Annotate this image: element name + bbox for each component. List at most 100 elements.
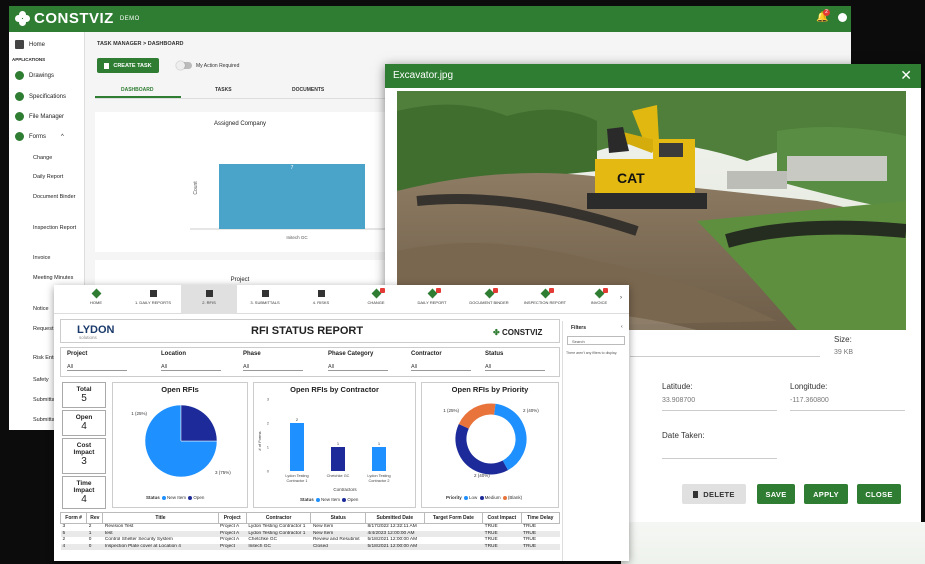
nav-document-binder[interactable]: DOCUMENT BINDER [462, 285, 516, 314]
create-task-label: CREATE TASK [113, 62, 152, 69]
sidebar-sub-change[interactable]: Change [33, 154, 83, 163]
col-status[interactable]: Status [310, 512, 366, 524]
filter-project-select[interactable]: All [67, 364, 127, 371]
notification-badge: 2 [823, 9, 830, 16]
donut-legend: Priority Low Medium (Blank) [446, 495, 522, 500]
table-row[interactable]: 3 2 Revision Test Project A Lydon Testing Co… [61, 524, 560, 531]
delete-label: DELETE [703, 489, 735, 499]
filter-phase-select[interactable]: All [243, 364, 303, 371]
nav-label: 4. RISKS [312, 300, 330, 305]
legend-label: (Blank) [507, 495, 523, 500]
sidebar-item-label: Forms [29, 133, 46, 140]
latitude-value[interactable]: 33.908700 [662, 397, 695, 404]
table-row[interactable]: 4 0 Inspection Plate cover at Location 4 Pr… [60, 543, 560, 550]
longitude-value[interactable]: -117.360800 [790, 397, 829, 404]
longitude-label: Longitude: [790, 382, 828, 391]
nav-invoice[interactable]: INVOICE [576, 285, 622, 314]
col-form[interactable]: Form # [59, 512, 88, 524]
nav-inspection-report[interactable]: INSPECTION REPORT [518, 285, 572, 314]
filter-icon[interactable]: ‹ [621, 324, 623, 330]
col-submitted-date[interactable]: Submitted Date [365, 512, 425, 524]
field-underline [662, 458, 777, 459]
nav-submittals[interactable]: 3. SUBMITTALS [237, 285, 293, 314]
sidebar-item-home[interactable]: Home [15, 40, 45, 49]
table-cell: 8/17/2022 12:32:11 AM [367, 524, 417, 529]
sidebar-item-forms[interactable]: Forms ^ [15, 132, 64, 141]
latitude-label: Latitude: [662, 382, 693, 391]
sidebar-sub-inspection-report[interactable]: Inspection Report [33, 224, 83, 233]
env-label: DEMO [119, 15, 140, 22]
sidebar-item-specifications[interactable]: Specifications [15, 92, 66, 101]
bar-new-item-0[interactable] [290, 423, 304, 471]
tab-dashboard[interactable]: DASHBOARD [121, 87, 154, 93]
priority-donut-svg: 1 (25%) 2 (40%) 2 (40%) [443, 403, 539, 478]
sidebar-sub-daily-report[interactable]: Daily Report [33, 173, 83, 182]
top-bar: CONSTVIZ DEMO 🔔 2 [9, 6, 851, 32]
tab-tasks[interactable]: TASKS [215, 87, 232, 93]
filter-phase-category-select[interactable]: All [328, 364, 388, 371]
my-action-toggle[interactable] [176, 61, 192, 70]
legend-label: New Item [321, 497, 341, 502]
col-cost-impact[interactable]: Cost Impact [482, 512, 522, 524]
chart-bar-initech-gc[interactable] [219, 164, 365, 229]
col-contractor[interactable]: Contractor [245, 512, 312, 524]
nav-change[interactable]: CHANGE [351, 285, 401, 314]
document-icon [104, 62, 110, 69]
tab-documents[interactable]: DOCUMENTS [292, 87, 324, 93]
kpi-value: 5 [81, 393, 87, 404]
col-target-date[interactable]: Target Form Date [423, 512, 484, 524]
table-cell: New Item [312, 524, 334, 529]
bar-new-item-2[interactable] [372, 447, 386, 471]
sidebar-item-drawings[interactable]: Drawings [15, 71, 54, 80]
nav-rfis[interactable]: 2. RFIS [181, 285, 237, 314]
brand-logo[interactable]: CONSTVIZ DEMO [15, 10, 140, 27]
nav-home[interactable]: HOME [76, 285, 116, 314]
filter-status-select[interactable]: All [485, 364, 545, 371]
sidebar-sub-meeting-minutes[interactable]: Meeting Minutes [33, 274, 83, 283]
nav-risks[interactable]: 4. RISKS [293, 285, 349, 314]
delete-button[interactable]: DELETE [682, 484, 746, 504]
legend-label: Open [347, 497, 359, 502]
close-button[interactable]: CLOSE [857, 484, 901, 504]
create-task-button[interactable]: CREATE TASK [97, 58, 159, 73]
bar-data-label: 1 [378, 441, 381, 446]
trash-icon [693, 490, 699, 498]
clover-icon [15, 10, 31, 27]
sidebar-sub-invoice[interactable]: Invoice [33, 254, 83, 263]
table-cell: Project [218, 543, 247, 550]
rfi-table: Form # Rev Title Project Contractor Stat… [59, 512, 561, 550]
close-icon[interactable]: ✕ [900, 67, 912, 84]
col-title[interactable]: Title [102, 512, 219, 524]
pie-slice-new-item[interactable] [180, 404, 218, 442]
bar-data-label: 2 [296, 417, 299, 422]
sidebar-item-file-manager[interactable]: File Manager [15, 112, 64, 121]
table-cell: Inspection Plate cover at Location 4 [102, 543, 219, 550]
chevron-right-icon[interactable]: › [620, 295, 622, 301]
rfi-status-report: LYDON solutions RFI STATUS REPORT ✤ CONS… [59, 319, 561, 559]
breadcrumb: TASK MANAGER > DASHBOARD [97, 41, 184, 47]
table-cell: Closed [310, 543, 366, 550]
table-cell: 3 [62, 524, 66, 529]
nav-daily-report[interactable]: DAILY REPORT [407, 285, 457, 314]
col-time-delay[interactable]: Time Delay [520, 512, 561, 524]
filter-contractor-label: Contractor [411, 351, 442, 357]
kpi-open: Open 4 [62, 410, 106, 436]
pie-data-label: 3 (75%) [215, 470, 231, 475]
kpi-value: 4 [81, 494, 87, 505]
table-cell: TRUE [523, 524, 537, 529]
nav-daily-reports[interactable]: 1. DAILY REPORTS [125, 285, 181, 314]
donut-data-label: 2 (40%) [474, 473, 490, 478]
filter-location-select[interactable]: All [161, 364, 221, 371]
y-tick-label: 2 [267, 421, 270, 426]
filters-search-input[interactable]: Search [567, 336, 625, 345]
bar-open-1[interactable] [331, 447, 345, 471]
save-button[interactable]: SAVE [757, 484, 795, 504]
sidebar-sub-document-binder[interactable]: Document Binder [33, 193, 83, 202]
nav-label: CHANGE [367, 300, 385, 305]
user-icon[interactable] [838, 13, 847, 22]
filter-contractor-select[interactable]: All [411, 364, 471, 371]
col-rev[interactable]: Rev [86, 512, 104, 524]
filter-location-label: Location [161, 351, 186, 357]
col-project[interactable]: Project [217, 512, 247, 524]
apply-button[interactable]: APPLY [804, 484, 848, 504]
